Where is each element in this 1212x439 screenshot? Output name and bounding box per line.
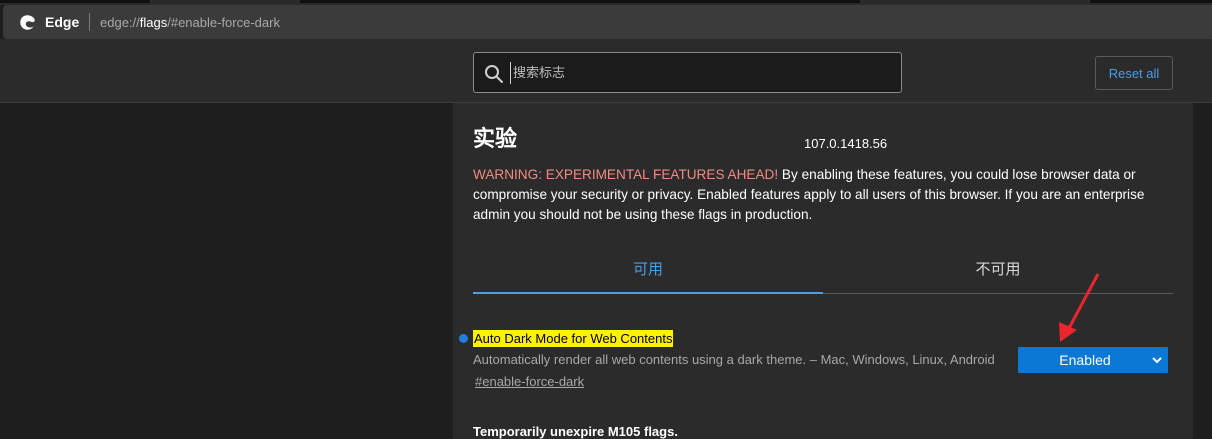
flags-header: Reset all: [0, 39, 1212, 103]
flag-modified-indicator: [459, 334, 468, 343]
tab-available[interactable]: 可用: [473, 251, 823, 294]
url-host: flags: [139, 15, 168, 30]
edge-logo-icon: [20, 15, 35, 30]
top-strip-segment: [0, 0, 150, 3]
flags-content: 实验 107.0.1418.56 WARNING: EXPERIMENTAL F…: [453, 103, 1193, 439]
tab-unavailable[interactable]: 不可用: [823, 251, 1173, 294]
address-separator: [89, 13, 90, 31]
version-label: 107.0.1418.56: [804, 136, 888, 151]
flag-permalink[interactable]: #enable-force-dark: [475, 374, 584, 389]
site-name: Edge: [45, 14, 80, 30]
flag-title-next: Temporarily unexpire M105 flags.: [473, 424, 678, 439]
search-box[interactable]: [473, 52, 902, 93]
url-prefix: edge://: [100, 15, 140, 30]
flag-title: Auto Dark Mode for Web Contents: [473, 330, 674, 347]
page-title: 实验: [473, 127, 518, 152]
warning-text: WARNING: EXPERIMENTAL FEATURES AHEAD! By…: [473, 165, 1173, 225]
address-bar[interactable]: Edge edge://flags/#enable-force-dark: [3, 5, 1212, 39]
search-input[interactable]: [510, 62, 890, 84]
tabs-bar: 可用 不可用: [473, 251, 1173, 294]
reset-all-button[interactable]: Reset all: [1095, 56, 1173, 90]
top-strip-segment: [1090, 0, 1212, 3]
chevron-down-icon: [1152, 357, 1162, 364]
flag-description: Automatically render all web contents us…: [473, 352, 995, 367]
flag-state-value: Enabled: [1059, 352, 1111, 368]
url-suffix: /#enable-force-dark: [167, 15, 280, 30]
url-text[interactable]: edge://flags/#enable-force-dark: [100, 15, 280, 30]
top-strip-segment: [300, 0, 860, 3]
warning-heading: WARNING: EXPERIMENTAL FEATURES AHEAD!: [473, 167, 779, 182]
search-icon: [485, 65, 503, 83]
flag-state-select[interactable]: Enabled: [1018, 347, 1168, 373]
